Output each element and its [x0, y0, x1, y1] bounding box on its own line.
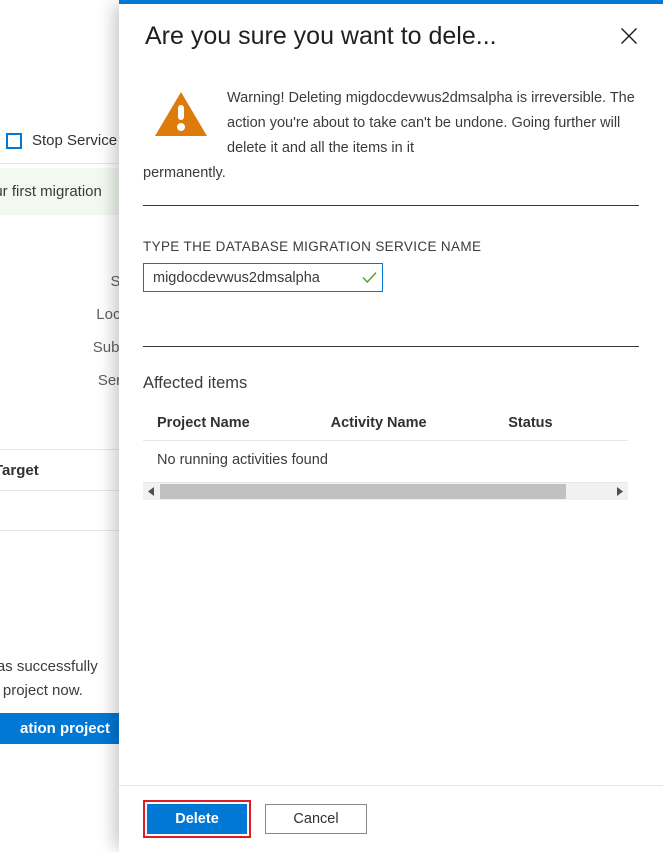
- triangle-right-icon[interactable]: [611, 483, 628, 500]
- dialog-body: Warning! Deleting migdocdevwus2dmsalpha …: [119, 68, 663, 785]
- delete-button-highlight: Delete: [143, 800, 251, 838]
- affected-items-table: Project Name Activity Name Status No run…: [143, 415, 628, 500]
- warning-text-tail: permanently.: [143, 161, 637, 186]
- background-property-subscription: Subscriptio: [0, 331, 119, 364]
- service-name-input[interactable]: [144, 264, 356, 291]
- dialog-header: Are you sure you want to dele...: [119, 4, 663, 68]
- stop-service-icon: [6, 133, 22, 149]
- scrollbar-thumb[interactable]: [160, 484, 566, 499]
- delete-confirmation-dialog: Are you sure you want to dele... Warning…: [119, 0, 663, 852]
- delete-button[interactable]: Delete: [147, 804, 247, 834]
- column-header-status[interactable]: Status: [508, 415, 628, 431]
- dialog-title: Are you sure you want to dele...: [145, 22, 497, 51]
- warning-text-main: Warning! Deleting migdocdevwus2dmsalpha …: [227, 90, 635, 156]
- warning-text: Warning! Deleting migdocdevwus2dmsalpha …: [143, 86, 639, 186]
- table-horizontal-scrollbar[interactable]: [143, 482, 628, 500]
- service-name-field[interactable]: [143, 263, 383, 292]
- background-create-migration-project-button[interactable]: ation project: [0, 713, 119, 744]
- column-header-activity-name[interactable]: Activity Name: [331, 415, 509, 431]
- background-section-header-label: Target: [0, 462, 39, 479]
- dialog-divider-bottom: [143, 346, 639, 347]
- cancel-button[interactable]: Cancel: [265, 804, 367, 834]
- table-header-row: Project Name Activity Name Status: [143, 415, 628, 441]
- service-name-field-label: TYPE THE DATABASE MIGRATION SERVICE NAME: [143, 239, 639, 254]
- warning-block: Warning! Deleting migdocdevwus2dmsalpha …: [143, 68, 639, 186]
- checkmark-icon: [356, 271, 382, 284]
- background-property-service-ui: Service/UI: [0, 364, 119, 397]
- affected-items-title: Affected items: [143, 374, 639, 393]
- stop-service-label[interactable]: Stop Service: [32, 132, 117, 149]
- triangle-left-icon[interactable]: [143, 483, 160, 500]
- dialog-divider-top: [143, 205, 639, 206]
- column-header-project-name[interactable]: Project Name: [157, 415, 331, 431]
- background-property-location: Location: [0, 298, 119, 331]
- table-row: No running activities found: [143, 441, 628, 480]
- dialog-footer: Delete Cancel: [119, 785, 663, 852]
- scrollbar-track[interactable]: [160, 483, 611, 500]
- close-icon[interactable]: [613, 20, 645, 52]
- background-banner-text: our first migration: [0, 183, 102, 200]
- background-property-status: Status: [0, 265, 119, 298]
- warning-triangle-icon: [154, 90, 208, 138]
